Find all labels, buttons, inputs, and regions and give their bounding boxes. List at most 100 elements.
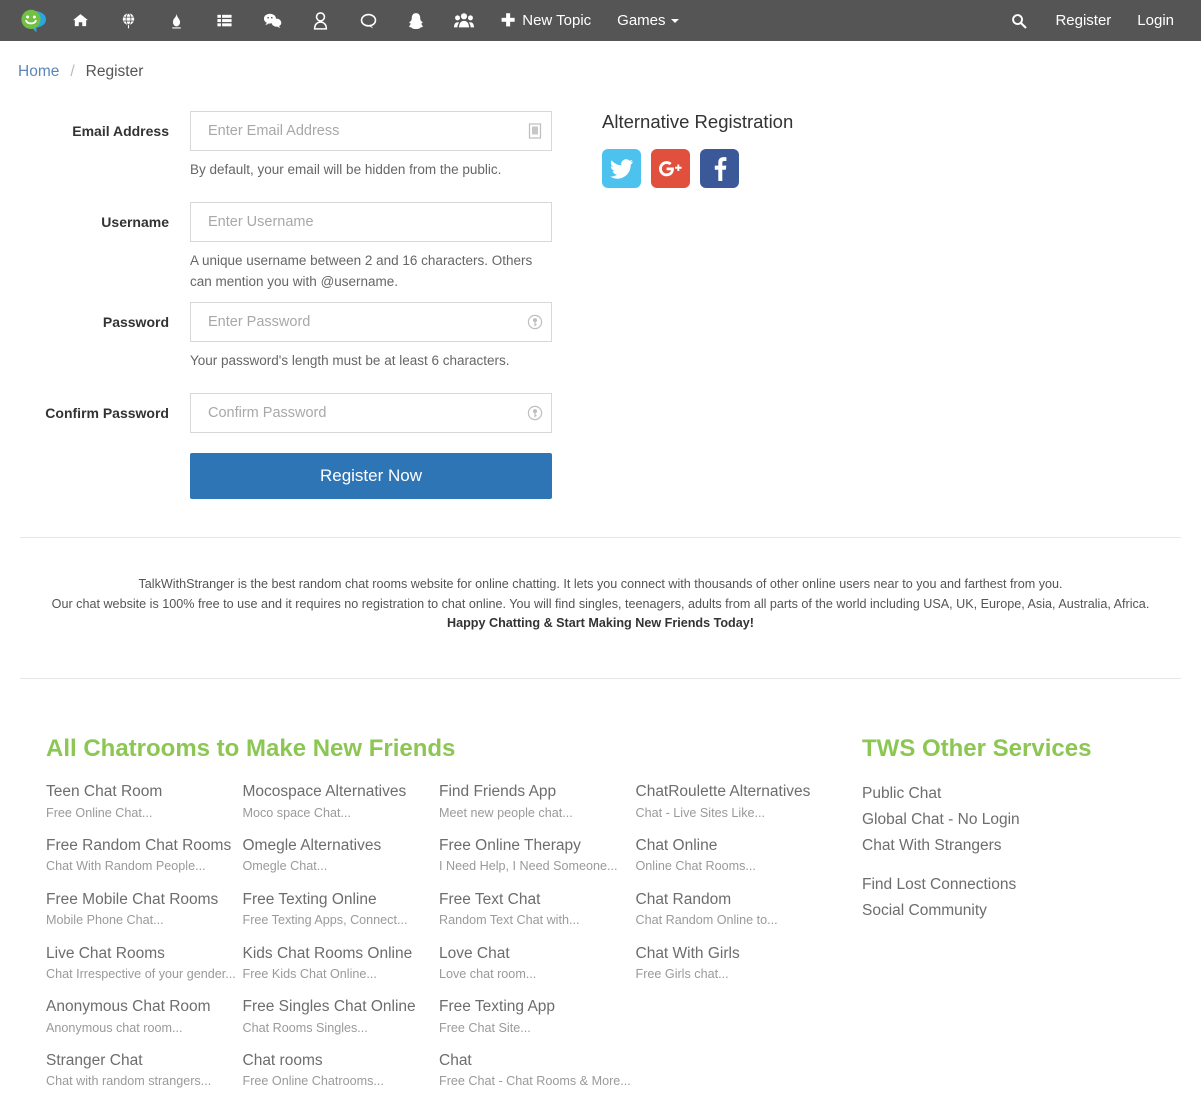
confirm-password-input-wrapper [190,393,552,433]
confirm-password-field[interactable] [190,393,552,433]
top-navbar: ✚ New Topic Games Register Login [0,0,1201,41]
footer-link-subtitle: Moco space Chat... [242,805,352,820]
footer-link[interactable]: Love Chat [439,944,636,963]
list-item: ChatRoulette Alternatives Chat - Live Si… [636,782,833,821]
footer-link-subtitle: Free Texting Apps, Connect... [242,913,408,928]
new-topic-button[interactable]: ✚ New Topic [488,0,604,41]
register-now-button[interactable]: Register Now [190,453,552,499]
games-dropdown[interactable]: Games [604,0,691,41]
footer-column-1: Teen Chat Room Free Online Chat... Free … [46,782,243,1104]
password-help-text: Your password's length must be at least … [190,352,510,368]
users-group-icon[interactable] [440,0,488,41]
username-input-wrapper [190,202,552,243]
email-field[interactable] [190,111,552,151]
footer-column-4: ChatRoulette Alternatives Chat - Live Si… [636,782,833,1104]
footer-services-title: TWS Other Services [862,734,1092,762]
list-item: Love Chat Love chat room... [439,944,636,983]
footer-link-subtitle: Online Chat Rooms... [635,859,756,874]
list-item: Find Friends App Meet new people chat... [439,782,636,821]
footer-link[interactable]: Free Online Therapy [439,836,636,855]
snapchat-ghost-icon[interactable] [392,0,440,41]
google-plus-icon[interactable] [651,149,690,188]
footer-link[interactable]: Chat With Girls [636,944,833,963]
weixin-chat-icon[interactable] [248,0,296,41]
email-input-wrapper [190,111,552,151]
footer-link[interactable]: Omegle Alternatives [243,836,440,855]
footer-link[interactable]: Find Friends App [439,782,636,801]
footer-link-subtitle: I Need Help, I Need Someone... [439,859,618,874]
confirm-password-label: Confirm Password [45,405,169,421]
list-item: Free Mobile Chat Rooms Mobile Phone Chat… [46,890,243,929]
services-list-group-2: Find Lost Connections Social Community [862,873,1201,923]
footer-link-grid: Teen Chat Room Free Online Chat... Free … [46,782,832,1104]
new-topic-label: New Topic [522,12,592,29]
footer-link[interactable]: Chat [439,1051,636,1070]
username-field[interactable] [190,202,552,243]
footer-link[interactable]: Free Random Chat Rooms [46,836,243,855]
service-link[interactable]: Social Community [862,899,1201,923]
footer-link[interactable]: Chat Random [636,890,833,909]
list-item: Chat With Girls Free Girls chat... [636,944,833,983]
footer-link[interactable]: ChatRoulette Alternatives [636,782,833,801]
list-item: Free Text Chat Random Text Chat with... [439,890,636,929]
service-link[interactable]: Public Chat [862,782,1201,806]
footer-link[interactable]: Kids Chat Rooms Online [243,944,440,963]
footer: All Chatrooms to Make New Friends Teen C… [0,679,1201,1105]
description-line-3: Happy Chatting & Start Making New Friend… [447,616,754,631]
talkwithstranger-logo[interactable] [12,0,56,41]
service-link[interactable]: Global Chat - No Login [862,808,1201,832]
twitter-icon[interactable] [602,149,641,188]
footer-link-subtitle: Chat With Random People... [46,859,206,874]
comment-icon[interactable] [344,0,392,41]
login-link[interactable]: Login [1124,0,1187,41]
list-item: Mocospace Alternatives Moco space Chat..… [243,782,440,821]
footer-link[interactable]: Chat Online [636,836,833,855]
username-form-row: Username A unique username between 2 and… [0,202,1201,302]
list-item: Chat Online Online Chat Rooms... [636,836,833,875]
submit-group: Register Now [190,453,552,499]
footer-link-subtitle: Free Online Chatrooms... [242,1074,384,1089]
submit-label-spacer [0,453,190,499]
description-line-2: Our chat website is 100% free to use and… [51,596,1150,611]
password-form-row: Password Your password's length must be … [0,301,1201,393]
service-link[interactable]: Find Lost Connections [862,873,1201,897]
footer-link[interactable]: Stranger Chat [46,1051,243,1070]
footer-link[interactable]: Free Texting App [439,997,636,1016]
fire-icon[interactable] [152,0,200,41]
footer-link[interactable]: Mocospace Alternatives [243,782,440,801]
facebook-icon[interactable] [700,149,739,188]
list-item: Teen Chat Room Free Online Chat... [46,782,243,821]
footer-link[interactable]: Live Chat Rooms [46,944,243,963]
footer-link[interactable]: Free Text Chat [439,890,636,909]
footer-link-subtitle: Meet new people chat... [439,805,573,820]
search-icon[interactable] [996,0,1042,41]
footer-link-subtitle: Chat Rooms Singles... [242,1020,368,1035]
footer-link[interactable]: Free Singles Chat Online [243,997,440,1016]
home-icon[interactable] [56,0,104,41]
footer-chatrooms-section: All Chatrooms to Make New Friends Teen C… [0,735,832,1105]
footer-link-subtitle: Random Text Chat with... [439,913,580,928]
list-item: Live Chat Rooms Chat Irrespective of you… [46,944,243,983]
list-icon[interactable] [200,0,248,41]
register-link[interactable]: Register [1042,0,1124,41]
services-list-group-1: Public Chat Global Chat - No Login Chat … [862,782,1201,858]
footer-link[interactable]: Teen Chat Room [46,782,243,801]
footer-link[interactable]: Free Texting Online [243,890,440,909]
footer-link-subtitle: Chat Random Online to... [635,913,778,928]
list-item: Free Singles Chat Online Chat Rooms Sing… [243,997,440,1036]
user-icon[interactable] [296,0,344,41]
globe-icon[interactable] [104,0,152,41]
footer-link[interactable]: Chat rooms [243,1051,440,1070]
service-link[interactable]: Chat With Strangers [862,834,1201,858]
navbar-left-group: ✚ New Topic Games [12,0,692,41]
footer-link[interactable]: Anonymous Chat Room [46,997,243,1016]
footer-link-subtitle: Free Kids Chat Online... [242,966,377,981]
footer-link[interactable]: Free Mobile Chat Rooms [46,890,243,909]
password-field[interactable] [190,301,552,342]
breadcrumb-home-link[interactable]: Home [18,63,59,81]
games-label: Games [617,12,666,29]
footer-link-subtitle: Mobile Phone Chat... [46,913,164,928]
